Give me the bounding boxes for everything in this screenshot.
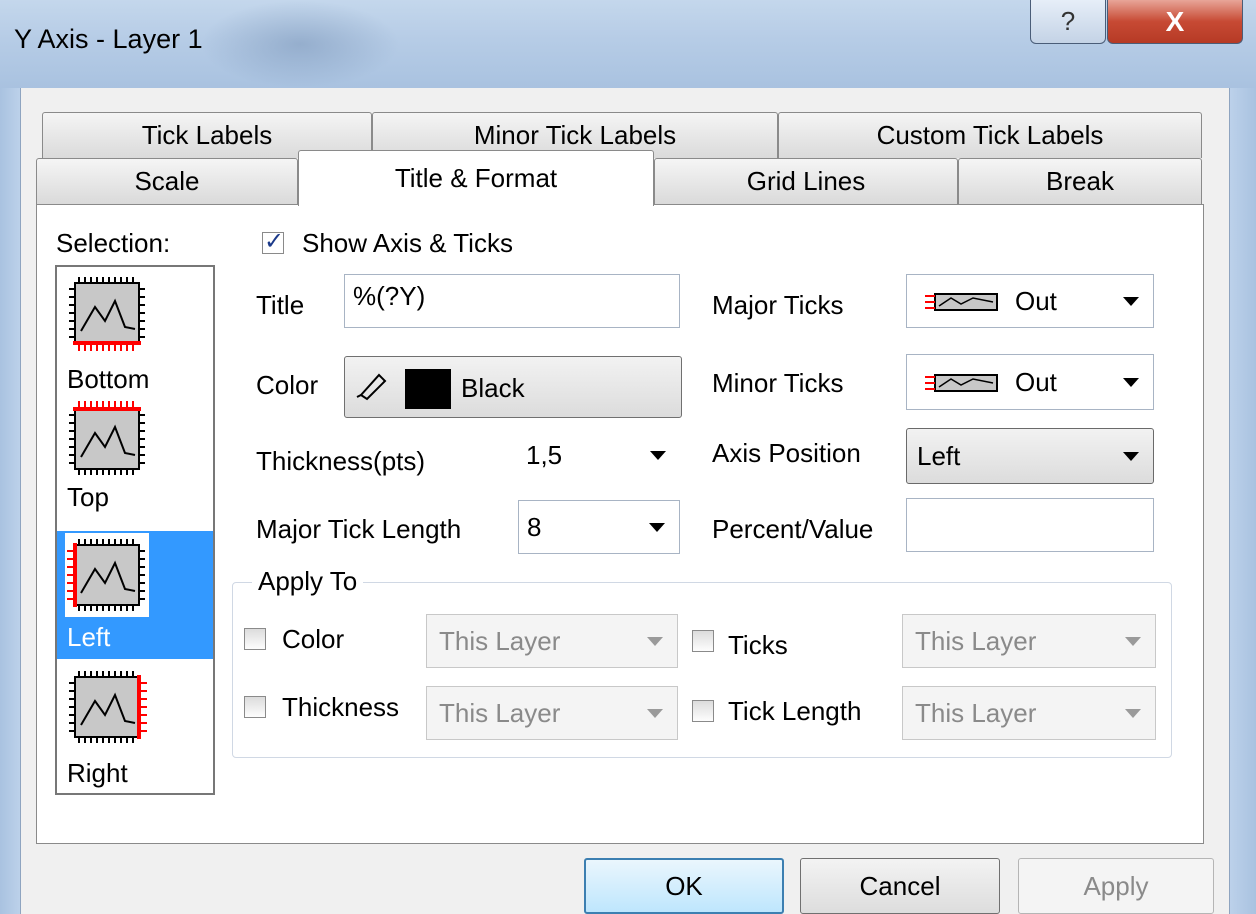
chevron-down-icon[interactable]	[647, 637, 663, 646]
pencil-icon	[356, 373, 387, 401]
close-button[interactable]: X	[1107, 0, 1243, 44]
bottom-axis-icon	[69, 277, 145, 351]
apply-tick-length-combo[interactable]: This Layer	[902, 686, 1156, 740]
color-swatch	[405, 369, 451, 409]
chevron-down-icon[interactable]	[1123, 378, 1139, 387]
tab-label: Title & Format	[394, 163, 558, 193]
chevron-down-icon[interactable]	[1125, 709, 1141, 718]
apply-to-legend: Apply To	[252, 566, 364, 597]
thickness-combo[interactable]: 1,5	[518, 428, 680, 482]
cancel-label: Cancel	[859, 870, 941, 901]
title-input[interactable]: %(?Y)	[344, 274, 680, 328]
title-label: Title	[256, 290, 305, 320]
minor-ticks-combo[interactable]: Out	[906, 354, 1154, 410]
color-value: Black	[461, 373, 525, 403]
tick-out-icon	[925, 374, 998, 392]
selection-item-label: Right	[67, 758, 128, 788]
help-button[interactable]: ?	[1030, 0, 1106, 44]
major-ticks-value: Out	[1015, 285, 1057, 316]
apply-thickness-label: Thickness	[282, 692, 400, 722]
cancel-button[interactable]: Cancel	[800, 858, 1000, 914]
selection-list[interactable]: Bottom Top Left Right	[55, 265, 215, 795]
selection-label: Selection:	[56, 228, 171, 258]
chevron-down-icon[interactable]	[1123, 452, 1139, 461]
apply-color-label: Color	[282, 624, 345, 654]
title-value: %(?Y)	[353, 281, 426, 311]
axis-position-value: Left	[917, 440, 961, 471]
show-axis-checkbox[interactable]	[262, 227, 284, 256]
selection-item-left[interactable]: Left	[57, 531, 213, 659]
chevron-down-icon[interactable]	[1125, 637, 1141, 646]
major-ticks-label: Major Ticks	[712, 290, 844, 320]
minor-ticks-label: Minor Ticks	[712, 368, 844, 398]
tab-label: Custom Tick Labels	[876, 120, 1104, 150]
chevron-down-icon[interactable]	[1123, 297, 1139, 306]
apply-tick-length-label: Tick Length	[728, 696, 862, 726]
apply-ticks-value: This Layer	[915, 625, 1037, 656]
thickness-value: 1,5	[526, 439, 563, 470]
major-tick-length-value: 8	[527, 511, 542, 542]
window-frame-right	[1230, 88, 1256, 914]
axis-position-label: Axis Position	[712, 438, 861, 468]
percent-value-label: Percent/Value	[712, 514, 874, 544]
selection-item-label: Left	[67, 622, 111, 652]
selection-item-bottom[interactable]: Bottom	[57, 269, 213, 395]
tick-out-icon	[925, 293, 998, 311]
selection-item-top[interactable]: Top	[57, 395, 213, 521]
apply-thickness-combo[interactable]: This Layer	[426, 686, 678, 740]
apply-tick-length-checkbox[interactable]	[692, 700, 714, 722]
major-tick-length-combo[interactable]: 8	[518, 500, 680, 554]
apply-color-checkbox[interactable]	[244, 628, 266, 650]
window-frame-left	[0, 88, 20, 914]
thickness-label: Thickness(pts)	[256, 446, 426, 476]
ok-button[interactable]: OK	[584, 858, 784, 914]
tab-custom-tick-labels[interactable]: Custom Tick Labels	[778, 112, 1202, 158]
major-tick-length-label: Major Tick Length	[256, 514, 462, 544]
selection-item-label: Top	[67, 482, 109, 512]
tab-break[interactable]: Break	[958, 158, 1202, 204]
selection-item-right[interactable]: Right	[57, 663, 213, 789]
apply-tick-length-value: This Layer	[915, 697, 1037, 728]
major-ticks-combo[interactable]: Out	[906, 274, 1154, 328]
axis-position-combo[interactable]: Left	[906, 428, 1154, 484]
apply-thickness-checkbox[interactable]	[244, 696, 266, 718]
window-title: Y Axis - Layer 1	[14, 24, 203, 54]
tab-label: Tick Labels	[141, 120, 273, 150]
right-axis-icon	[69, 671, 147, 743]
left-axis-icon	[65, 533, 149, 617]
tab-title-format[interactable]: Title & Format	[298, 150, 654, 206]
top-axis-icon	[69, 401, 145, 475]
apply-color-value: This Layer	[439, 625, 561, 656]
tab-label: Minor Tick Labels	[473, 120, 677, 150]
ok-label: OK	[665, 870, 703, 901]
chevron-down-icon[interactable]	[649, 523, 665, 532]
tab-label: Scale	[134, 166, 200, 196]
apply-button[interactable]: Apply	[1018, 858, 1214, 914]
close-icon: X	[1165, 5, 1185, 37]
color-label: Color	[256, 370, 319, 400]
apply-thickness-value: This Layer	[439, 697, 561, 728]
percent-value-input[interactable]	[906, 498, 1154, 552]
tab-grid-lines[interactable]: Grid Lines	[654, 158, 958, 204]
apply-ticks-checkbox[interactable]	[692, 630, 714, 652]
apply-label: Apply	[1083, 870, 1149, 901]
chevron-down-icon[interactable]	[650, 451, 666, 460]
chevron-down-icon[interactable]	[647, 709, 663, 718]
tab-label: Grid Lines	[746, 166, 866, 196]
apply-ticks-label: Ticks	[728, 630, 788, 660]
apply-ticks-combo[interactable]: This Layer	[902, 614, 1156, 668]
show-axis-label: Show Axis & Ticks	[302, 228, 513, 258]
apply-color-combo[interactable]: This Layer	[426, 614, 678, 668]
minor-ticks-value: Out	[1015, 366, 1057, 397]
color-picker-button[interactable]: Black	[344, 356, 682, 418]
tab-label: Break	[1046, 166, 1114, 196]
tab-scale[interactable]: Scale	[36, 158, 298, 204]
selection-item-label: Bottom	[67, 364, 150, 394]
help-icon: ?	[1060, 6, 1076, 36]
